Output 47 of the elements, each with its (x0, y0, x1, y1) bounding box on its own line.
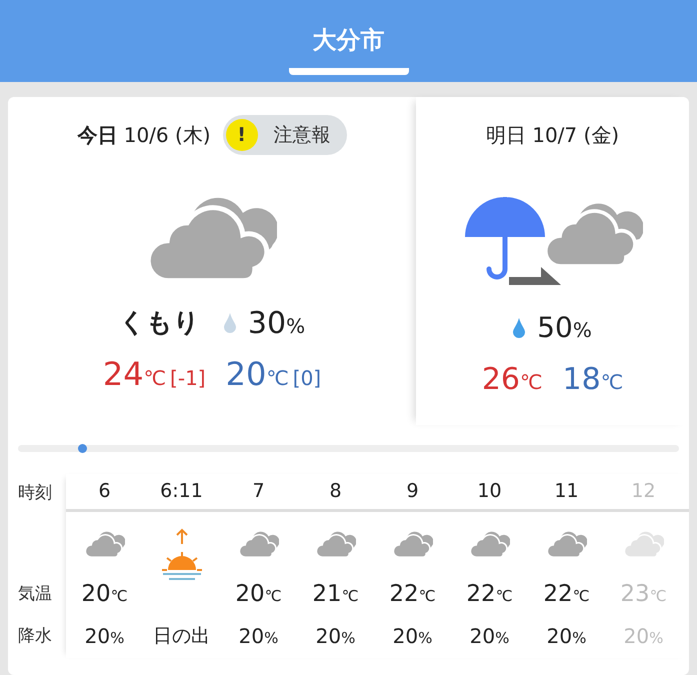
hour-precip: 20% (470, 623, 510, 650)
cloud-icon (546, 528, 586, 558)
cloud-icon (238, 528, 278, 558)
high-temperature: 26℃ (482, 361, 542, 399)
high-temperature: 24℃ [-1] (102, 354, 206, 395)
hour-temperature: 22℃ (466, 580, 513, 609)
row-label: 時刻 (18, 482, 53, 505)
cloud-icon (84, 528, 124, 558)
row-label: 気温 (18, 583, 53, 606)
precip-chance: 50% (537, 310, 592, 346)
hour-label: 10 (477, 480, 502, 502)
hour-temperature: 22℃ (389, 580, 436, 609)
hour-temperature: 20℃ (81, 580, 128, 609)
hour-precip: 20% (624, 623, 664, 650)
row-label: 降水 (18, 625, 53, 648)
hour-temperature: 20℃ (235, 580, 282, 609)
raindrop-icon (513, 318, 526, 338)
hour-label: 6 (98, 480, 111, 502)
cloud-icon (392, 528, 432, 558)
hour-label: 6:11 (160, 480, 203, 502)
hour-label: 8 (329, 480, 342, 502)
hour-temperature: 23℃ (620, 580, 667, 609)
cloud-icon (316, 528, 356, 558)
cloud-icon (470, 528, 510, 558)
hour-label: 11 (554, 480, 579, 502)
hour-label: 7 (252, 480, 265, 502)
low-temperature: 20℃ [0] (226, 354, 322, 395)
low-temperature: 18℃ (562, 361, 624, 399)
hour-precip: 20% (84, 623, 124, 650)
scroll-thumb[interactable] (78, 444, 87, 453)
sunrise-label: 日の出 (153, 624, 210, 649)
hour-temperature: 22℃ (543, 580, 590, 609)
date-label: 明日 10/7 (金) (486, 122, 620, 149)
hour-precip: 20% (316, 623, 356, 650)
cloud-icon (624, 528, 664, 558)
hour-precip: 20% (392, 623, 432, 650)
raindrop-icon (224, 313, 236, 334)
hour-precip: 20% (238, 623, 278, 650)
precip-chance: 30% (248, 304, 306, 343)
hour-label: 9 (406, 480, 419, 502)
hour-precip: 20% (546, 623, 586, 650)
date-label: 今日 10/6 (木) (77, 122, 211, 149)
scroll-track[interactable] (18, 445, 679, 452)
alert-badge[interactable]: ! 注意報 (222, 115, 347, 155)
hour-label: 12 (631, 480, 656, 502)
weather-label: くもり (118, 306, 200, 340)
hour-temperature: 21℃ (312, 580, 359, 609)
